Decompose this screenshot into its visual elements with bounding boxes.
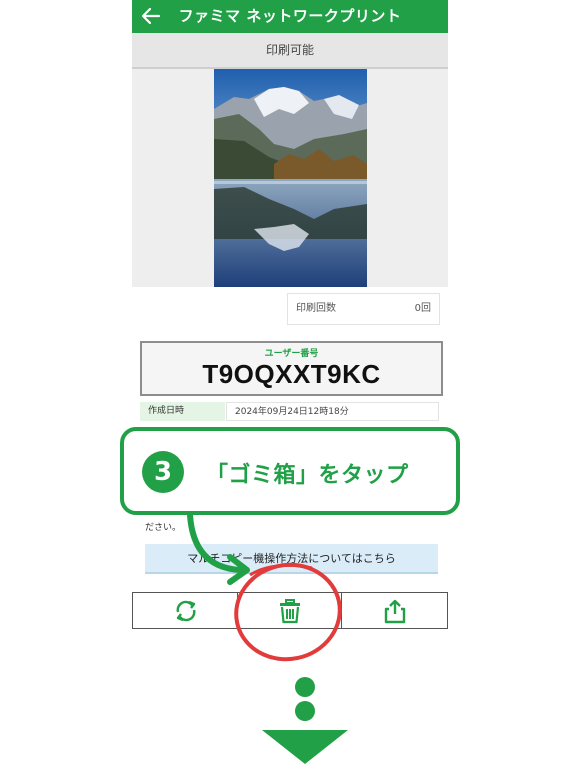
step-number-badge: 3 xyxy=(142,451,184,493)
callout-text: 「ゴミ箱」をタップ xyxy=(206,463,409,488)
continuation-dot xyxy=(295,677,315,697)
annotation-overlay xyxy=(187,512,342,662)
continuation-dot xyxy=(295,701,315,721)
instruction-callout: 3 「ゴミ箱」をタップ xyxy=(120,427,460,515)
down-arrow-icon xyxy=(262,730,348,764)
